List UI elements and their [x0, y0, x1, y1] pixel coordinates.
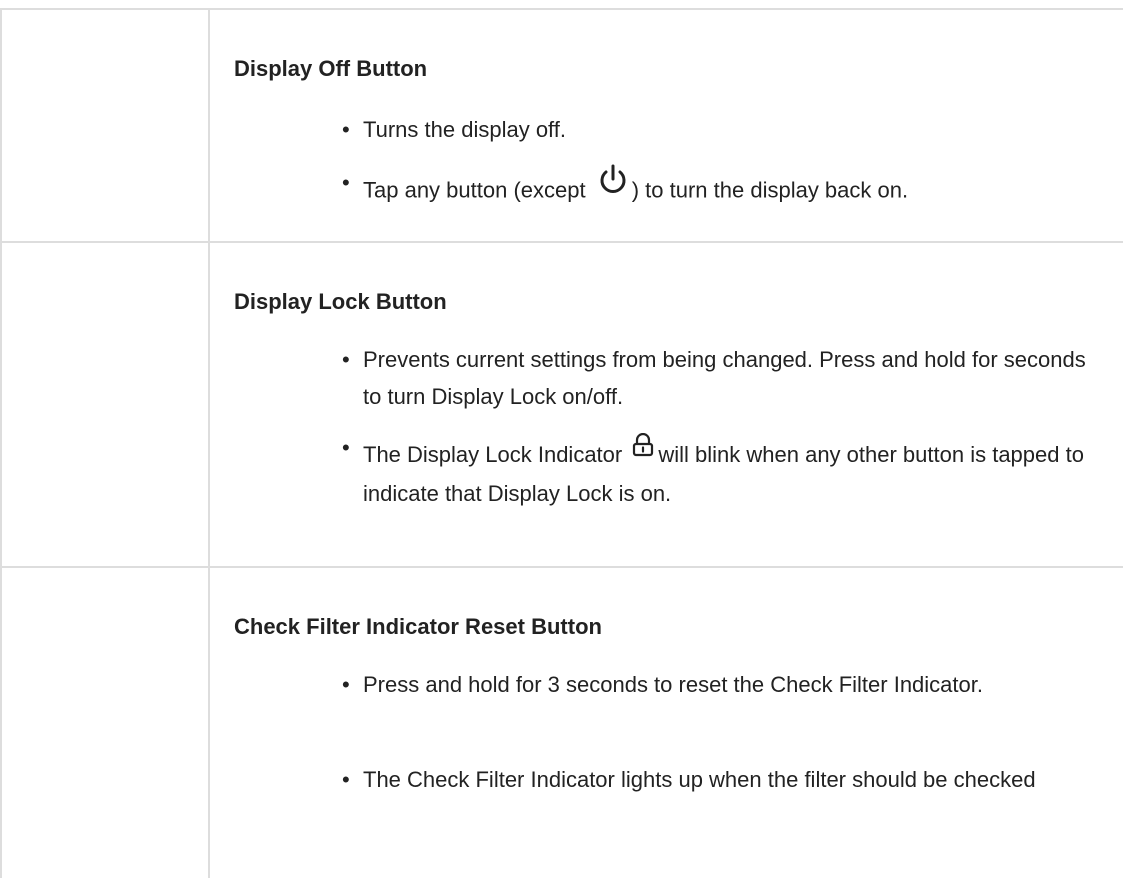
bullet-marker: •: [342, 672, 350, 697]
bullet-text: Press and hold for 3 seconds to reset th…: [363, 672, 983, 697]
lock-icon: [632, 431, 654, 468]
list-item: • Press and hold for 3 seconds to reset t…: [342, 666, 1083, 703]
row-title: Display Off Button: [234, 56, 428, 81]
bullet-text: Turns the display off.: [363, 117, 566, 142]
bullet-marker: •: [342, 347, 350, 372]
bullet-text: Prevents current settings from being cha…: [363, 347, 1086, 409]
bullet-marker: •: [342, 170, 350, 196]
power-icon: [596, 164, 630, 207]
bullet-text: The Check Filter Indicator lights up whe…: [363, 767, 1036, 792]
bullet-text: ) to turn the display back on.: [631, 177, 909, 203]
table-row-label-cell: [0, 10, 210, 241]
list-item: • Turns the display off.: [342, 111, 1123, 148]
list-item: • Prevents current settings from being ch…: [342, 341, 1103, 415]
table-row-display-lock: Display Lock Button • Prevents current se…: [0, 241, 1123, 566]
bullet-marker: •: [342, 435, 350, 460]
list-item: • The Check Filter Indicator lights up wh…: [342, 761, 1123, 798]
table-row-label-cell: [0, 568, 210, 878]
table-row-label-cell: [0, 243, 210, 566]
table-row-display-off: Display Off Button • Turns the display of…: [0, 8, 1123, 241]
bullet-text: The Display Lock Indicator: [363, 442, 623, 467]
feature-table: Display Off Button • Turns the display of…: [0, 8, 1123, 878]
bullet-text: Tap any button (except: [363, 177, 586, 203]
list-item: • The Display Lock Indicator will blink w…: [342, 432, 1103, 512]
table-row-content-cell: Display Lock Button • Prevents current se…: [210, 243, 1123, 566]
table-row-content-cell: Display Off Button • Turns the display of…: [210, 10, 1123, 241]
table-row-content-cell: Check Filter Indicator Reset Button • Pre…: [210, 568, 1123, 878]
row-title: Check Filter Indicator Reset Button: [234, 614, 602, 639]
list-item: • Tap any button (except ) to turn the di…: [342, 164, 1123, 213]
row-title: Display Lock Button: [234, 289, 447, 314]
bullet-marker: •: [342, 767, 350, 792]
table-row-check-filter: Check Filter Indicator Reset Button • Pre…: [0, 566, 1123, 878]
bullet-marker: •: [342, 117, 350, 142]
